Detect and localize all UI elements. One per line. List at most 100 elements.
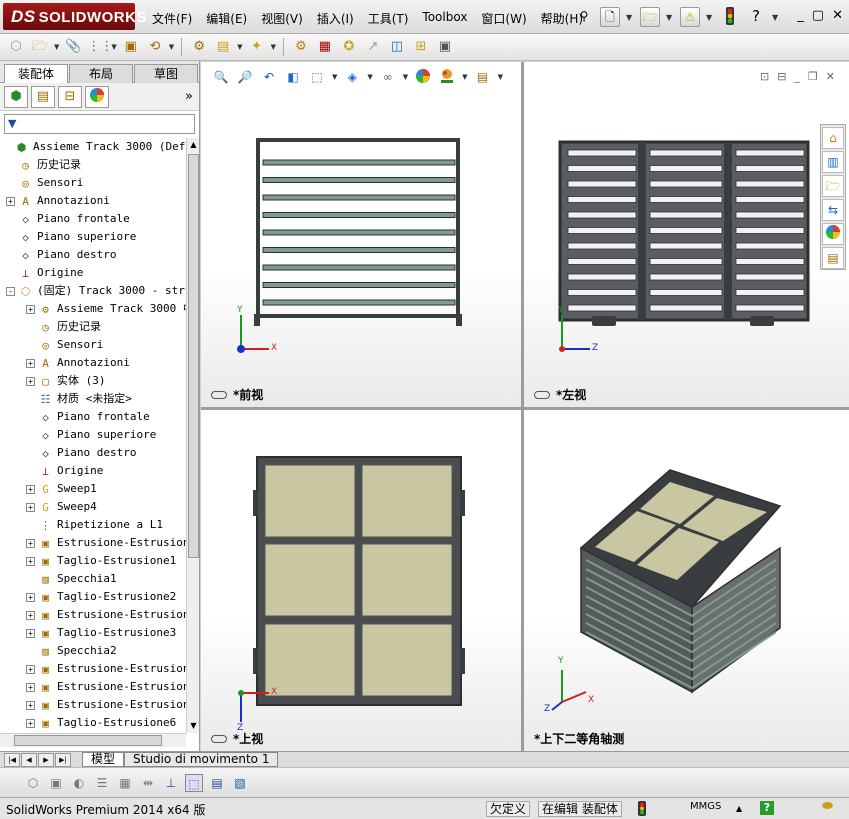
hide-show-items-icon[interactable]: ∞: [379, 68, 397, 86]
scroll-thumb[interactable]: [14, 735, 162, 746]
tree-item[interactable]: ⋮ Ripetizione a L1: [26, 516, 163, 534]
design-library-icon[interactable]: ▥: [822, 151, 844, 173]
tree-item[interactable]: ◇ Piano frontale: [26, 408, 150, 426]
expand-icon[interactable]: +: [26, 628, 35, 638]
bill-of-materials-icon[interactable]: ▦: [315, 37, 335, 57]
section-view-icon[interactable]: ◧: [284, 68, 302, 86]
tree-item[interactable]: ⬢ Assieme Track 3000 (Defaul: [2, 138, 186, 156]
hole-alignment-icon[interactable]: ▣: [435, 37, 455, 57]
tree-item[interactable]: ◇ Piano frontale: [6, 210, 130, 228]
viewport-toggle-icon[interactable]: ⊡: [760, 70, 769, 83]
viewport-minimize-icon[interactable]: _: [794, 70, 800, 83]
menu-file[interactable]: 文件(F): [152, 10, 192, 27]
first-tab-icon[interactable]: |◀: [4, 752, 20, 767]
tree-item[interactable]: ◷ 历史记录: [6, 156, 81, 174]
tree-horizontal-scrollbar[interactable]: [0, 733, 186, 747]
menu-tools[interactable]: 工具(T): [368, 10, 409, 27]
previous-view-icon[interactable]: ↶: [260, 68, 278, 86]
expand-icon[interactable]: +: [26, 484, 35, 494]
chevron-down-icon[interactable]: ▼: [772, 13, 780, 22]
menu-insert[interactable]: 插入(I): [317, 10, 354, 27]
chart-icon[interactable]: ⊥: [162, 774, 180, 792]
tree-item[interactable]: + ▣ Taglio-Estrusione1: [26, 552, 176, 570]
viewport-splitter-horizontal[interactable]: [201, 407, 849, 410]
edit-component-icon[interactable]: ⬡: [6, 37, 26, 57]
apply-scene-icon[interactable]: [438, 68, 456, 86]
insert-component-icon[interactable]: 🗁: [30, 37, 50, 57]
chevron-down-icon[interactable]: ▼: [237, 43, 242, 51]
chevron-down-icon[interactable]: ▼: [706, 13, 714, 22]
pin-icon[interactable]: ⚲: [574, 7, 594, 27]
scroll-down-icon[interactable]: ▼: [187, 719, 200, 733]
tree-item[interactable]: ◎ Sensori: [6, 174, 83, 192]
tree-item[interactable]: ▥ Specchia2: [26, 642, 116, 660]
feature-tree-tab-icon[interactable]: ⬢: [4, 85, 28, 108]
new-motion-study-icon[interactable]: ⚙: [291, 37, 311, 57]
tree-item[interactable]: + G Sweep1: [26, 480, 97, 498]
tree-item[interactable]: ☷ 材质 <未指定>: [26, 390, 132, 408]
property-manager-tab-icon[interactable]: ▤: [31, 85, 55, 108]
filter-field[interactable]: ▼: [4, 114, 195, 134]
tree-item[interactable]: ◷ 历史记录: [26, 318, 101, 336]
expand-icon[interactable]: +: [26, 664, 35, 674]
tree-item[interactable]: - ⬡ (固定) Track 3000 - stru: [6, 282, 186, 300]
chevron-down-icon[interactable]: ▼: [626, 13, 634, 22]
align-icon[interactable]: ⇹: [139, 774, 157, 792]
viewport-close-icon[interactable]: ✕: [826, 70, 835, 83]
expand-icon[interactable]: +: [26, 502, 35, 512]
tab-layout[interactable]: 布局: [69, 64, 133, 83]
appearance-icon[interactable]: ◐: [70, 774, 88, 792]
mate-icon[interactable]: 📎: [63, 37, 83, 57]
help-icon[interactable]: ?: [760, 801, 774, 815]
assembly-features-icon[interactable]: ▤: [213, 37, 233, 57]
tree-item[interactable]: + ▣ Taglio-Estrusione2: [26, 588, 176, 606]
tree-item[interactable]: + ⚙ Assieme Track 3000 中: [26, 300, 186, 318]
menu-window[interactable]: 窗口(W): [481, 10, 526, 27]
viewport-top[interactable]: X Z *上视: [201, 410, 521, 751]
more-tabs-icon[interactable]: »: [185, 89, 193, 104]
chevron-down-icon[interactable]: ▼: [271, 43, 276, 51]
new-document-icon[interactable]: 🗋: [600, 7, 620, 27]
tree-item[interactable]: + ▣ Estrusione-Estrusion: [26, 606, 186, 624]
expand-icon[interactable]: +: [26, 592, 35, 602]
viewport-left[interactable]: Y Z *左视: [524, 62, 849, 407]
lines-icon[interactable]: ☰: [93, 774, 111, 792]
tree-item[interactable]: + ▣ Estrusione-Estrusion: [26, 678, 186, 696]
tree-item[interactable]: + ▣ Taglio-Estrusione3: [26, 624, 176, 642]
tree-item[interactable]: + ▣ Estrusione-Estrusion: [26, 696, 186, 714]
expand-icon[interactable]: +: [6, 196, 15, 206]
expand-icon[interactable]: +: [26, 376, 35, 386]
tree-item[interactable]: ◇ Piano superiore: [6, 228, 136, 246]
tree-vertical-scrollbar[interactable]: ▲ ▼: [186, 138, 199, 733]
view-visibility-icon[interactable]: [211, 734, 227, 743]
tree-item[interactable]: ◇ Piano superiore: [26, 426, 156, 444]
view-orientation-icon[interactable]: ⬚: [308, 68, 326, 86]
tree-item[interactable]: + ▢ 实体 (3): [26, 372, 106, 390]
viewport-front[interactable]: Y X *前视: [201, 62, 521, 407]
custom-properties-icon[interactable]: ▤: [822, 247, 844, 269]
expand-icon[interactable]: +: [26, 700, 35, 710]
viewport-isometric[interactable]: Y X Z *上下二等角轴测: [524, 410, 849, 751]
view-settings-icon[interactable]: ▤: [474, 68, 492, 86]
zoom-to-fit-icon[interactable]: 🔍: [212, 68, 230, 86]
tree-item[interactable]: ▥ Specchia1: [26, 570, 116, 588]
viewport-link-icon[interactable]: ⊟: [777, 70, 786, 83]
appearances-icon[interactable]: [822, 223, 844, 245]
chevron-down-icon[interactable]: ▼: [54, 43, 59, 51]
tag-icon[interactable]: ⬬: [822, 799, 833, 814]
chevron-down-icon[interactable]: ▼: [332, 73, 337, 81]
tab-sketch[interactable]: 草图: [134, 64, 198, 83]
tree-item[interactable]: ◎ Sensori: [26, 336, 103, 354]
scroll-up-icon[interactable]: ▲: [187, 138, 200, 152]
3d-view-icon[interactable]: ⬡: [24, 774, 42, 792]
expand-icon[interactable]: +: [26, 556, 35, 566]
menu-toolbox[interactable]: Toolbox: [422, 10, 467, 27]
display-manager-tab-icon[interactable]: [85, 85, 109, 108]
explode-line-sketch-icon[interactable]: ↗: [363, 37, 383, 57]
unit-system[interactable]: MMGS: [690, 801, 721, 812]
tree-item[interactable]: + G Sweep4: [26, 498, 97, 516]
move-component-icon[interactable]: ⟲: [145, 37, 165, 57]
prev-tab-icon[interactable]: ◀: [21, 752, 37, 767]
close-icon[interactable]: ✕: [832, 8, 843, 23]
configuration-manager-tab-icon[interactable]: ⊟: [58, 85, 82, 108]
